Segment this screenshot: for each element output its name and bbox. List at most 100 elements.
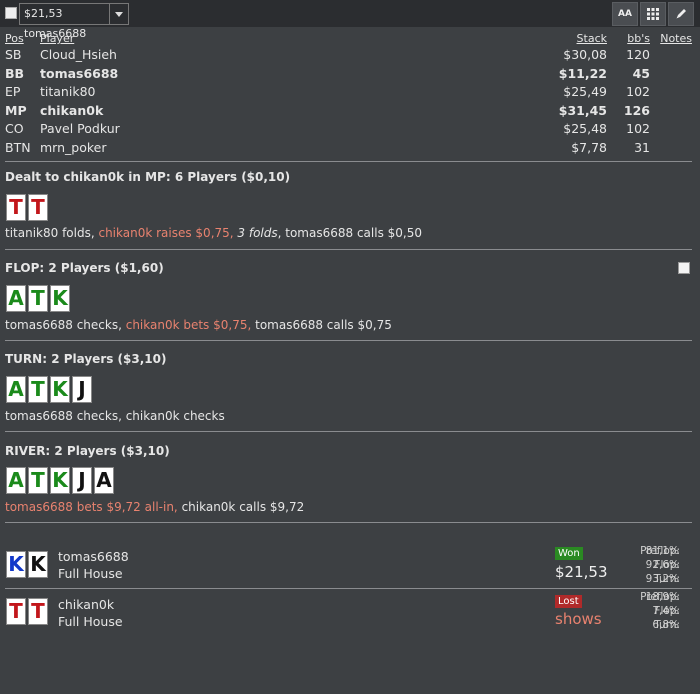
card: K <box>6 551 26 578</box>
showdown-cards-winner: K K <box>6 551 48 578</box>
player-bbs: 102 <box>626 84 650 99</box>
player-stack: $11,22 <box>558 65 607 81</box>
divider <box>5 522 692 523</box>
showdown-player-name: tomas6688 <box>58 549 129 564</box>
player-bbs: 120 <box>626 47 650 62</box>
player-name: mrn_poker <box>40 139 107 155</box>
header-player[interactable]: Player <box>40 32 74 45</box>
player-row[interactable]: MP chikan0k $31,45 126 <box>0 103 700 121</box>
equity-value: 6,8% <box>652 619 679 631</box>
showdown-player-name: chikan0k <box>58 597 115 612</box>
action-text: titanik80 folds, <box>5 226 99 240</box>
player-name: Cloud_Hsieh <box>40 47 117 62</box>
toolbar: $21,53 tomas6688 AA <box>0 0 700 40</box>
action-text: tomas6688 checks, <box>5 318 126 332</box>
hole-cards: T T <box>6 194 48 221</box>
divider <box>5 249 692 250</box>
card: T <box>28 285 48 312</box>
player-stack: $25,48 <box>563 121 607 136</box>
player-position: CO <box>5 121 24 136</box>
preflop-action: titanik80 folds, chikan0k raises $0,75, … <box>5 226 422 240</box>
card: J <box>72 376 92 403</box>
hero-action-text: chikan0k bets $0,75, <box>125 318 256 332</box>
player-name: tomas6688 <box>40 65 119 81</box>
font-size-label: AA <box>618 9 632 19</box>
player-row[interactable]: EP titanik80 $25,49 102 <box>0 84 700 102</box>
equity-value: 81,1% <box>645 545 679 557</box>
player-name: Pavel Podkur <box>40 121 120 136</box>
river-title: RIVER: 2 Players ($3,10) <box>5 444 170 458</box>
edit-button[interactable] <box>668 2 694 26</box>
lost-badge: Lost <box>555 595 582 608</box>
player-bbs: 102 <box>626 121 650 136</box>
player-position: MP <box>5 102 27 118</box>
hand-selector-dropdown[interactable]: $21,53 tomas6688 <box>19 3 129 40</box>
player-position: SB <box>5 47 22 62</box>
card: J <box>72 467 92 494</box>
preflop-title: Dealt to chikan0k in MP: 6 Players ($0,1… <box>5 170 291 184</box>
card: T <box>6 194 26 221</box>
flop-checkbox[interactable] <box>678 262 690 274</box>
card: A <box>6 285 26 312</box>
player-position: BB <box>5 65 25 81</box>
card: A <box>6 467 26 494</box>
grid-icon <box>647 8 659 20</box>
header-stack[interactable]: Stack <box>577 32 607 45</box>
header-bbs[interactable]: bb's <box>627 32 650 45</box>
flop-title: FLOP: 2 Players ($1,60) <box>5 261 164 275</box>
player-row[interactable]: BTN mrn_poker $7,78 31 <box>0 140 700 158</box>
divider <box>5 340 692 341</box>
won-badge: Won <box>555 547 583 560</box>
showdown-hand-rank: Full House <box>58 566 123 581</box>
player-stack: $25,49 <box>563 84 607 99</box>
card: T <box>28 194 48 221</box>
player-stack: $31,45 <box>558 102 607 118</box>
card: K <box>50 376 70 403</box>
pencil-icon <box>676 9 686 19</box>
flop-action: tomas6688 checks, chikan0k bets $0,75, t… <box>5 318 392 332</box>
dropdown-arrow-icon[interactable] <box>109 4 128 24</box>
card: K <box>50 285 70 312</box>
player-stack: $30,08 <box>563 47 607 62</box>
shows-label: shows <box>555 610 602 628</box>
card: A <box>94 467 114 494</box>
grid-button[interactable] <box>640 2 666 26</box>
hero-action-text: chikan0k raises $0,75, <box>98 226 238 240</box>
player-stack: $7,78 <box>571 139 607 155</box>
player-bbs: 45 <box>632 65 650 81</box>
river-cards: A T K J A <box>6 467 114 494</box>
flop-cards: A T K <box>6 285 70 312</box>
river-action: tomas6688 bets $9,72 all-in, chikan0k ca… <box>5 500 304 514</box>
equity-value: 93,2% <box>645 573 679 585</box>
card: A <box>6 376 26 403</box>
action-text: chikan0k calls $9,72 <box>181 500 305 514</box>
card: K <box>50 467 70 494</box>
font-size-button[interactable]: AA <box>612 2 638 26</box>
showdown-hand-rank: Full House <box>58 614 123 629</box>
player-row[interactable]: CO Pavel Podkur $25,48 102 <box>0 121 700 139</box>
turn-cards: A T K J <box>6 376 92 403</box>
player-name: chikan0k <box>40 102 104 118</box>
card: T <box>28 376 48 403</box>
action-text: 3 folds <box>237 226 278 240</box>
header-notes[interactable]: Notes <box>660 32 692 45</box>
equity-value: 7,4% <box>652 605 679 617</box>
action-text: , tomas6688 calls $0,50 <box>277 226 422 240</box>
card: T <box>6 598 26 625</box>
player-position: BTN <box>5 139 31 155</box>
showdown-cards-loser: T T <box>6 598 48 625</box>
select-hand-checkbox[interactable] <box>5 7 17 19</box>
player-row[interactable]: SB Cloud_Hsieh $30,08 120 <box>0 47 700 65</box>
villain-action-text: tomas6688 bets $9,72 all-in, <box>5 500 182 514</box>
equity-value: 92,6% <box>645 559 679 571</box>
turn-title: TURN: 2 Players ($3,10) <box>5 352 167 366</box>
player-bbs: 31 <box>634 139 650 155</box>
player-position: EP <box>5 84 21 99</box>
player-name: titanik80 <box>40 84 96 99</box>
action-text: tomas6688 calls $0,75 <box>255 318 392 332</box>
header-pos[interactable]: Pos <box>5 32 24 45</box>
player-bbs: 126 <box>623 102 650 118</box>
divider <box>5 588 692 589</box>
turn-action: tomas6688 checks, chikan0k checks <box>5 409 225 423</box>
player-row[interactable]: BB tomas6688 $11,22 45 <box>0 66 700 84</box>
